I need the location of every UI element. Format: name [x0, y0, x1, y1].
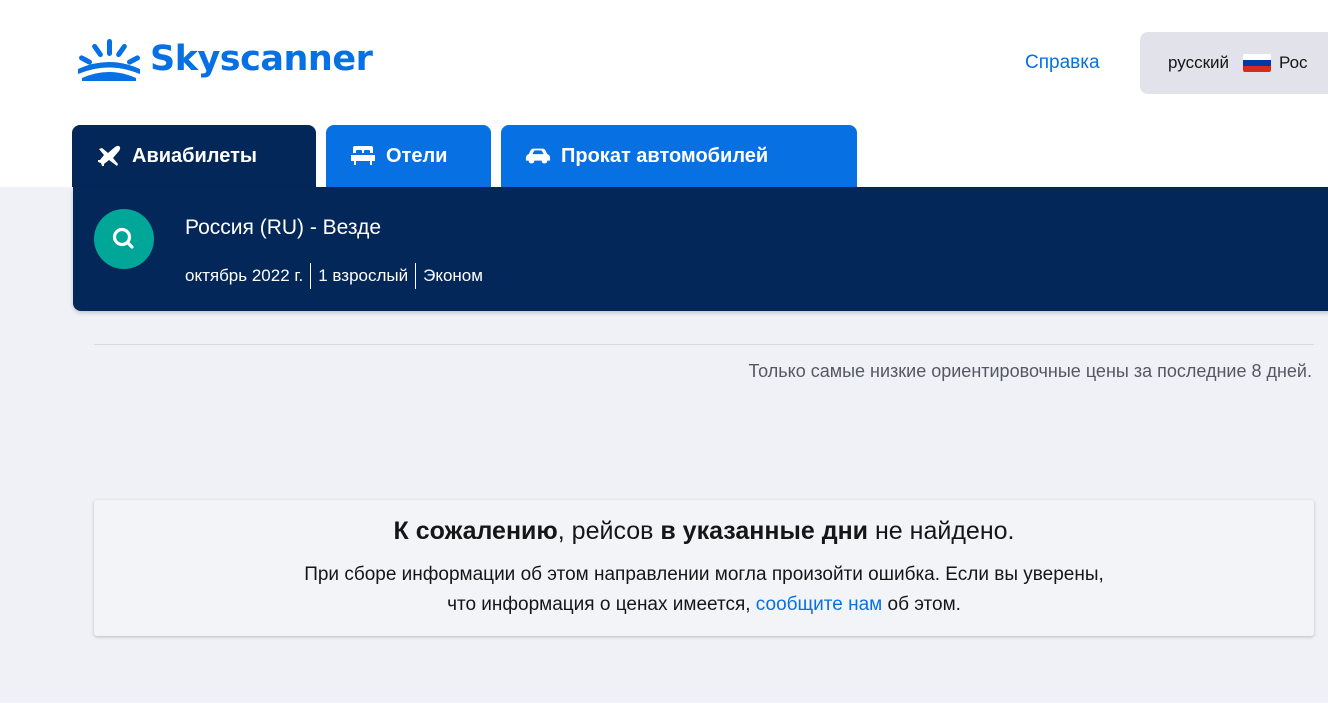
russia-flag-icon	[1243, 54, 1272, 72]
locale-country: Рос	[1279, 53, 1308, 72]
search-button[interactable]	[94, 209, 154, 269]
logo-text: Skyscanner	[150, 39, 373, 79]
alert-title-text: не найдено.	[868, 517, 1015, 545]
details-separator	[310, 263, 312, 289]
report-issue-link[interactable]: сообщите нам	[756, 594, 882, 615]
search-route: Россия (RU) - Везде	[185, 216, 382, 239]
help-link[interactable]: Справка	[1025, 52, 1100, 74]
product-tabs: Авиабилеты Отели Прокат автомобилей	[72, 125, 867, 187]
skyscanner-logo[interactable]: Skyscanner	[74, 34, 373, 84]
alert-title-text: , рейсов	[557, 517, 661, 545]
alert-title: К сожалению, рейсов в указанные дни не н…	[94, 510, 1314, 552]
alert-message-line1: При сборе информации об этом направлении…	[304, 564, 1104, 585]
plane-icon	[96, 145, 122, 167]
car-icon	[525, 145, 551, 167]
tab-flights[interactable]: Авиабилеты	[72, 125, 316, 187]
search-summary-bar[interactable]: Россия (RU) - Везде октябрь 2022 г. 1 вз…	[73, 187, 1328, 311]
tab-flights-label: Авиабилеты	[132, 144, 257, 167]
search-travellers: 1 взрослый	[318, 266, 409, 285]
tab-car-hire[interactable]: Прокат автомобилей	[501, 125, 857, 187]
top-header: Skyscanner Справка русский Рос Авиабилет…	[0, 0, 1328, 187]
alert-message-line2: что информация о ценах имеется,	[447, 594, 756, 615]
alert-message: При сборе информации об этом направлении…	[94, 560, 1314, 620]
sunrise-icon	[78, 39, 140, 81]
alert-title-emphasis: в указанные дни	[660, 517, 869, 545]
search-icon	[112, 227, 134, 249]
search-date: октябрь 2022 г.	[185, 266, 304, 285]
no-results-alert: К сожалению, рейсов в указанные дни не н…	[94, 500, 1314, 636]
search-cabin-class: Эконом	[423, 266, 483, 285]
results-divider	[94, 344, 1314, 345]
tab-hotels-label: Отели	[386, 144, 448, 167]
tab-car-hire-label: Прокат автомобилей	[561, 144, 769, 167]
locale-language: русский	[1168, 53, 1230, 72]
price-note: Только самые низкие ориентировочные цены…	[748, 361, 1312, 381]
search-details: октябрь 2022 г. 1 взрослый Эконом	[185, 263, 483, 289]
bed-icon	[350, 145, 376, 167]
locale-selector-button[interactable]: русский Рос	[1140, 32, 1328, 94]
tab-hotels[interactable]: Отели	[326, 125, 491, 187]
alert-title-emphasis: К сожалению	[393, 517, 558, 545]
details-separator	[415, 263, 417, 289]
alert-message-line2-end: об этом.	[882, 594, 961, 615]
